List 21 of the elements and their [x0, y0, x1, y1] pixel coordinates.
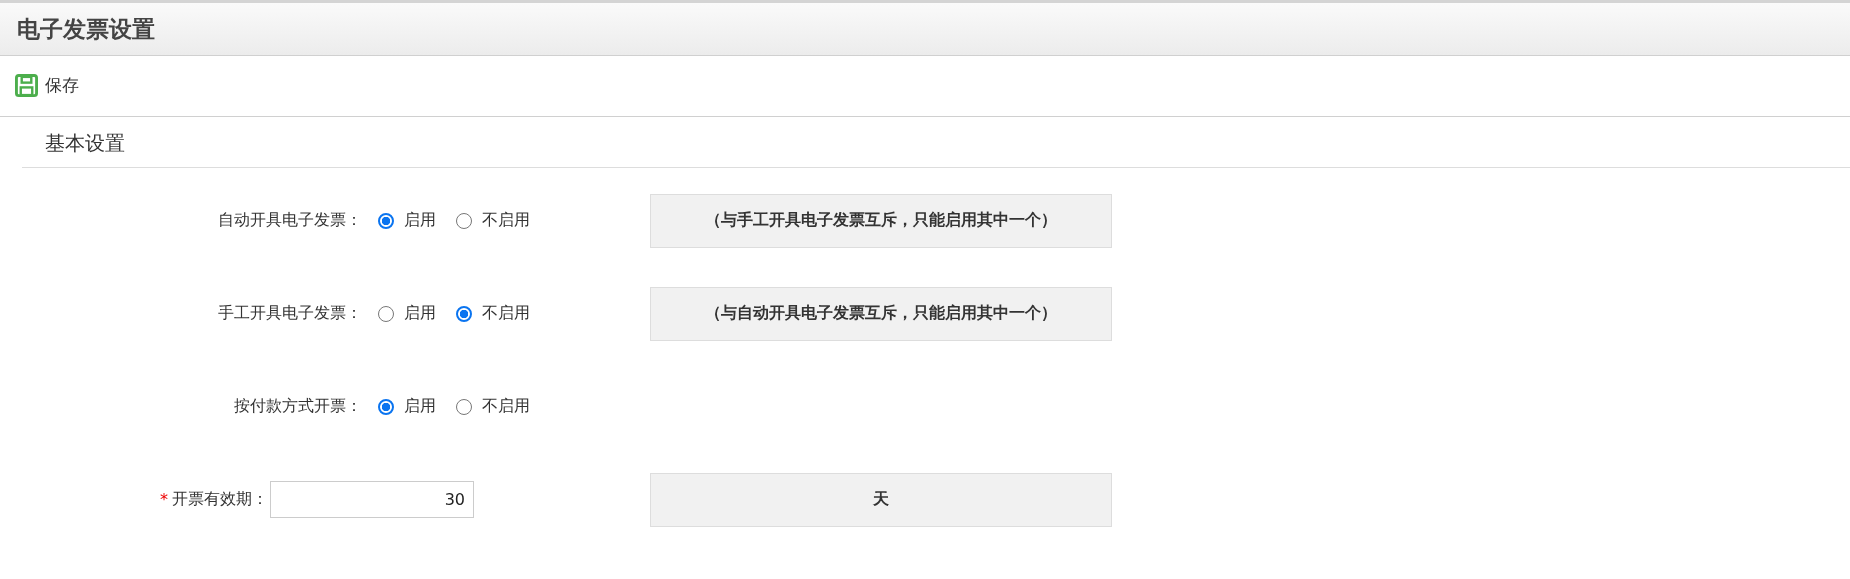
note-box: （与手工开具电子发票互斥，只能启用其中一个） [650, 193, 1112, 248]
required-mark: * [160, 490, 168, 509]
section-title: 基本设置 [22, 117, 1850, 168]
input-field[interactable]: 30 [270, 481, 474, 518]
radio-option[interactable]: 启用 [378, 396, 436, 417]
radio-button[interactable] [378, 398, 394, 415]
page-title: 电子发票设置 [17, 14, 155, 44]
note-box: 天 [650, 472, 1112, 527]
field-label: 开票有效期： [172, 489, 268, 510]
radio-button[interactable] [378, 212, 394, 229]
radio-option[interactable]: 不启用 [456, 210, 530, 231]
radio-option[interactable]: 不启用 [456, 303, 530, 324]
radio-button[interactable] [456, 305, 472, 322]
radio-option[interactable]: 启用 [378, 303, 436, 324]
radio-option[interactable]: 不启用 [456, 396, 530, 417]
field-label: 按付款方式开票： [234, 396, 362, 417]
note-box: （与自动开具电子发票互斥，只能启用其中一个） [650, 286, 1112, 341]
field-label: 自动开具电子发票： [218, 210, 362, 231]
radio-option[interactable]: 启用 [378, 210, 436, 231]
field-label: 手工开具电子发票： [218, 303, 362, 324]
save-button[interactable]: 保存 [15, 73, 79, 97]
